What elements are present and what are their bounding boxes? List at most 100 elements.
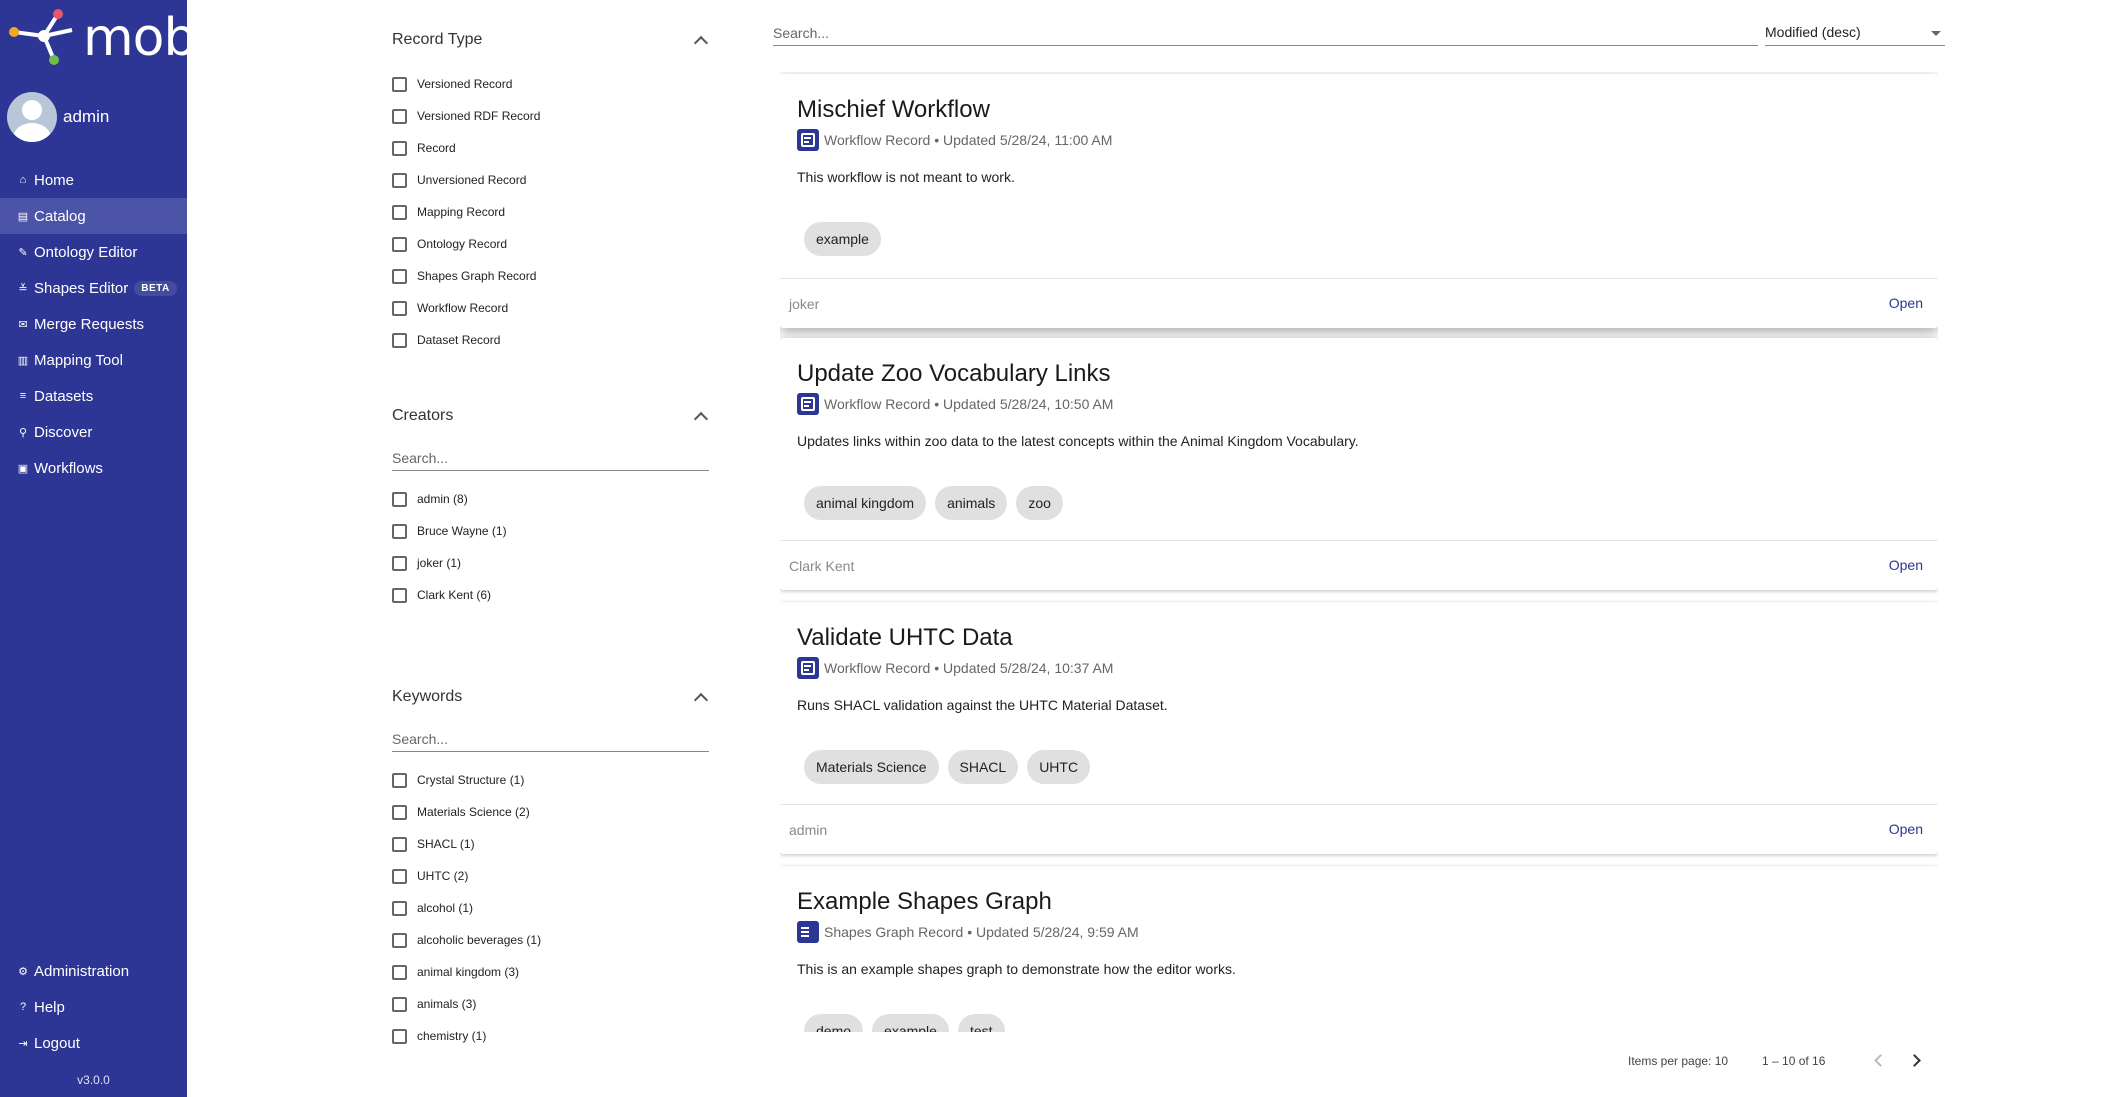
record-type-header[interactable]: Record Type: [392, 28, 712, 52]
nav-merge-requests[interactable]: ✉ Merge Requests: [0, 306, 187, 342]
open-button[interactable]: Open: [1889, 821, 1923, 837]
chevron-up-icon[interactable]: [693, 35, 709, 51]
nav-discover[interactable]: ⚲ Discover: [0, 414, 187, 450]
filter-title: Creators: [392, 407, 454, 424]
nav-shapes-editor[interactable]: ≚ Shapes Editor BETA: [0, 270, 187, 306]
checkbox[interactable]: [392, 868, 407, 884]
nav-mapping-tool[interactable]: ▥ Mapping Tool: [0, 342, 187, 378]
next-page-icon[interactable]: [1908, 1054, 1921, 1067]
mobi-logo[interactable]: mobi: [8, 6, 210, 70]
checkbox[interactable]: [392, 491, 407, 507]
checkbox-option[interactable]: alcoholic beverages (1): [392, 924, 712, 956]
checkbox[interactable]: [392, 140, 407, 156]
checkbox[interactable]: [392, 268, 407, 284]
nav-label: Logout: [34, 1034, 80, 1052]
catalog-search-input[interactable]: [773, 20, 1758, 46]
checkbox[interactable]: [392, 332, 407, 348]
creators-header[interactable]: Creators: [392, 404, 712, 428]
checkbox-option[interactable]: Clark Kent (6): [392, 579, 712, 611]
keyword-chip[interactable]: example: [872, 1014, 949, 1032]
keyword-chip[interactable]: animal kingdom: [804, 486, 927, 520]
checkbox[interactable]: [392, 772, 407, 788]
checkbox-option[interactable]: alcohol (1): [392, 892, 712, 924]
keyword-chip[interactable]: zoo: [1016, 486, 1063, 520]
checkbox[interactable]: [392, 555, 407, 571]
checkbox-label: Shapes Graph Record: [417, 269, 537, 283]
nav-label: Discover: [34, 423, 93, 441]
record-updated: • Updated 5/28/24, 10:37 AM: [934, 660, 1114, 676]
checkbox-option[interactable]: Unversioned Record: [392, 164, 712, 196]
checkbox-option[interactable]: Mapping Record: [392, 196, 712, 228]
keyword-chip[interactable]: Materials Science: [804, 750, 939, 784]
checkbox[interactable]: [392, 108, 407, 124]
checkbox-option[interactable]: animals (3): [392, 988, 712, 1020]
checkbox[interactable]: [392, 900, 407, 916]
checkbox[interactable]: [392, 204, 407, 220]
checkbox-option[interactable]: joker (1): [392, 547, 712, 579]
checkbox-option[interactable]: Versioned Record: [392, 68, 712, 100]
checkbox[interactable]: [392, 932, 407, 948]
beta-badge: BETA: [134, 280, 177, 296]
checkbox-option[interactable]: SHACL (1): [392, 828, 712, 860]
checkbox-label: Clark Kent (6): [417, 588, 492, 602]
record-card[interactable]: Validate UHTC Data Workflow Record • Upd…: [780, 602, 1938, 854]
shapes-icon: ≚: [18, 282, 28, 295]
nav-workflows[interactable]: ▣ Workflows: [0, 450, 187, 486]
nav-help[interactable]: ? Help: [0, 989, 187, 1025]
nav-logout[interactable]: ⇥ Logout: [0, 1025, 187, 1061]
checkbox-option[interactable]: Crystal Structure (1): [392, 764, 712, 796]
record-card[interactable]: Mischief Workflow Workflow Record • Upda…: [780, 74, 1938, 328]
sort-select[interactable]: Modified (desc): [1765, 20, 1945, 46]
chevron-up-icon[interactable]: [693, 692, 709, 708]
checkbox-option[interactable]: UHTC (2): [392, 860, 712, 892]
checkbox[interactable]: [392, 76, 407, 92]
open-button[interactable]: Open: [1889, 295, 1923, 311]
chevron-up-icon[interactable]: [693, 411, 709, 427]
checkbox[interactable]: [392, 804, 407, 820]
keywords-search-input[interactable]: [392, 727, 709, 752]
keyword-chip[interactable]: UHTC: [1027, 750, 1091, 784]
record-footer: Clark Kent Open: [780, 540, 1938, 590]
nav-catalog[interactable]: ▤ Catalog: [0, 198, 187, 234]
checkbox-option[interactable]: Versioned RDF Record: [392, 100, 712, 132]
items-per-page[interactable]: Items per page: 10: [1628, 1054, 1728, 1068]
checkbox[interactable]: [392, 587, 407, 603]
checkbox-option[interactable]: Materials Science (2): [392, 796, 712, 828]
checkbox-option[interactable]: admin (8): [392, 483, 712, 515]
keyword-chip[interactable]: demo: [804, 1014, 864, 1032]
filter-title: Keywords: [392, 688, 463, 705]
checkbox[interactable]: [392, 300, 407, 316]
checkbox-option[interactable]: Ontology Record: [392, 228, 712, 260]
keyword-chip[interactable]: SHACL: [947, 750, 1019, 784]
checkbox[interactable]: [392, 1028, 407, 1044]
creators-search-input[interactable]: [392, 446, 709, 471]
nav-label: Workflows: [34, 459, 103, 477]
checkbox[interactable]: [392, 996, 407, 1012]
user-profile[interactable]: admin: [7, 92, 109, 142]
keyword-chip[interactable]: test: [957, 1014, 1005, 1032]
keywords-header[interactable]: Keywords: [392, 685, 712, 709]
keyword-chip[interactable]: animals: [935, 486, 1008, 520]
checkbox-option[interactable]: Record: [392, 132, 712, 164]
checkbox[interactable]: [392, 836, 407, 852]
previous-page-icon[interactable]: [1874, 1054, 1887, 1067]
checkbox[interactable]: [392, 236, 407, 252]
checkbox[interactable]: [392, 523, 407, 539]
nav-label: Ontology Editor: [34, 243, 138, 261]
checkbox-option[interactable]: Shapes Graph Record: [392, 260, 712, 292]
record-card[interactable]: Example Shapes Graph Shapes Graph Record…: [780, 866, 1938, 1032]
checkbox-option[interactable]: Bruce Wayne (1): [392, 515, 712, 547]
nav-datasets[interactable]: ≡ Datasets: [0, 378, 187, 414]
open-button[interactable]: Open: [1889, 557, 1923, 573]
nav-home[interactable]: ⌂ Home: [0, 162, 187, 198]
checkbox[interactable]: [392, 172, 407, 188]
keyword-chip[interactable]: example: [804, 222, 881, 256]
record-card[interactable]: Update Zoo Vocabulary Links Workflow Rec…: [780, 338, 1938, 590]
checkbox-option[interactable]: Workflow Record: [392, 292, 712, 324]
checkbox-option[interactable]: animal kingdom (3): [392, 956, 712, 988]
checkbox[interactable]: [392, 964, 407, 980]
nav-administration[interactable]: ⚙ Administration: [0, 953, 187, 989]
nav-ontology-editor[interactable]: ✎ Ontology Editor: [0, 234, 187, 270]
checkbox-option[interactable]: chemistry (1): [392, 1020, 712, 1052]
checkbox-option[interactable]: Dataset Record: [392, 324, 712, 356]
